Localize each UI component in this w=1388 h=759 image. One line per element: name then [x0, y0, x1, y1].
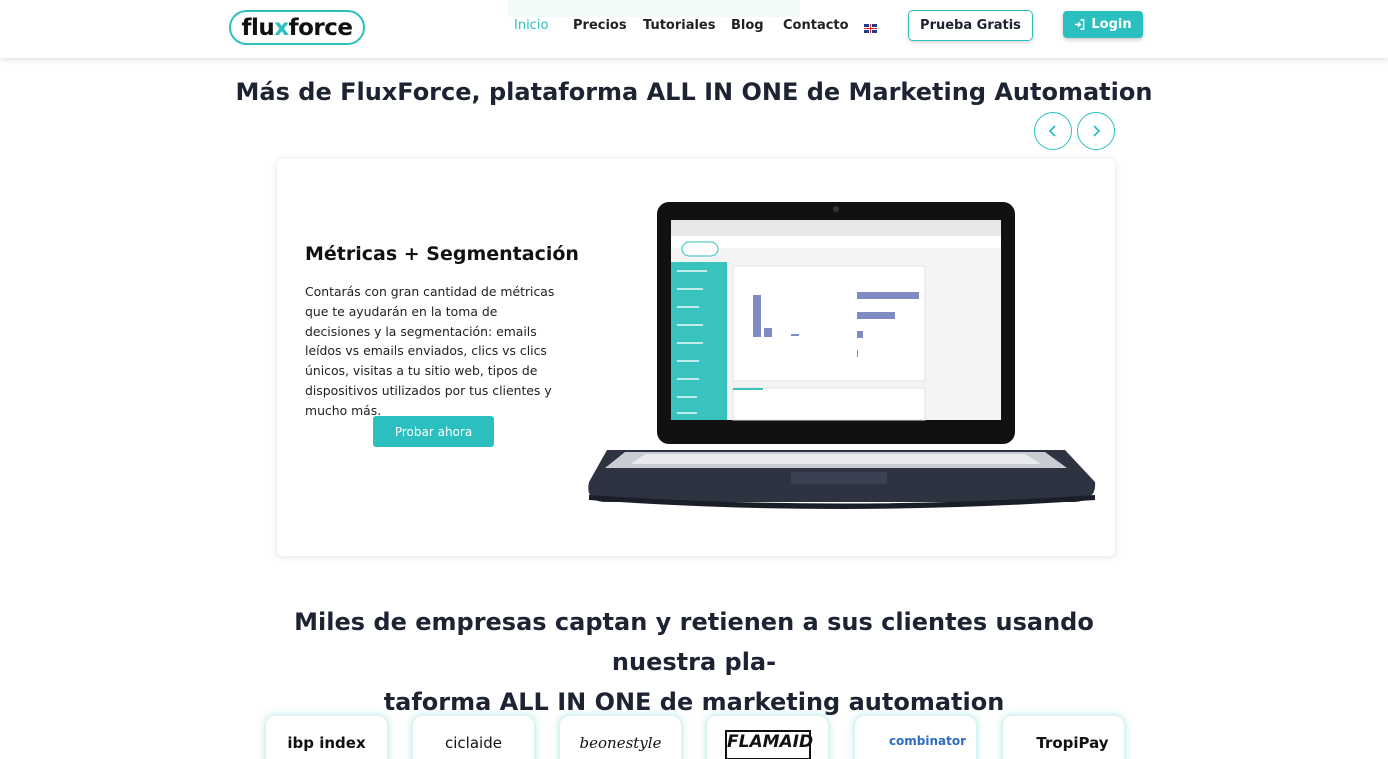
client-logo-combinator: combinator	[888, 734, 967, 748]
logo-text-x: x	[274, 14, 289, 41]
carousel-prev-button[interactable]	[1034, 112, 1072, 150]
login-label: Login	[1091, 17, 1132, 32]
fluxforce-logo[interactable]: flu x force	[229, 10, 365, 45]
nav-item-precios[interactable]: Precios	[573, 18, 627, 33]
client-logo-tropipay: TropiPay	[1036, 734, 1109, 752]
client-logo-card: beonestyle	[559, 715, 682, 759]
client-logo-card: combinator	[854, 715, 977, 759]
feature-title: Métricas + Segmentación	[305, 243, 579, 265]
nav-item-inicio[interactable]: Inicio	[514, 18, 548, 33]
client-logo-card: FLAMAID	[706, 715, 829, 759]
site-header: flu x force Inicio Precios Tutoriales Blog…	[0, 0, 1388, 58]
client-logo-ciclaide: ciclaide	[445, 734, 502, 752]
client-logo-card: ibp index	[265, 715, 388, 759]
nav-item-contacto[interactable]: Contacto	[783, 18, 849, 33]
nav-highlight	[508, 0, 800, 17]
clients-section-title: Miles de empresas captan y retienen a su…	[240, 602, 1148, 722]
chevron-right-icon	[1093, 125, 1101, 137]
clients-title-line2: taforma ALL IN ONE de marketing automati…	[383, 688, 1005, 716]
client-logo-beonestyle: beonestyle	[579, 734, 662, 752]
client-logos-row: ibp index ciclaide beonestyle FLAMAID co…	[0, 715, 1388, 759]
login-button[interactable]: Login	[1063, 11, 1143, 38]
feature-description: Contarás con gran cantidad de métricas q…	[305, 284, 555, 418]
client-logo-flamaid: FLAMAID	[725, 730, 813, 759]
client-logo-ibp-index: ibp index	[287, 734, 366, 752]
carousel-next-button[interactable]	[1077, 112, 1115, 150]
client-logo-card: ciclaide	[412, 715, 535, 759]
laptop-illustration	[588, 202, 1096, 509]
logo-text-pre: flu	[241, 14, 275, 41]
sign-in-icon	[1075, 19, 1085, 30]
try-now-button[interactable]: Probar ahora	[373, 416, 494, 447]
nav-item-tutoriales[interactable]: Tutoriales	[643, 18, 716, 33]
logo-text-post: force	[288, 14, 353, 41]
chevron-left-icon	[1048, 125, 1056, 137]
nav-item-blog[interactable]: Blog	[731, 18, 764, 33]
free-trial-button[interactable]: Prueba Gratis	[908, 10, 1033, 41]
section-title: Más de FluxForce, plataforma ALL IN ONE …	[235, 78, 1153, 106]
client-logo-card: TropiPay	[1002, 715, 1125, 759]
clients-title-line1: Miles de empresas captan y retienen a su…	[294, 608, 1094, 676]
uk-flag-icon[interactable]	[864, 24, 877, 33]
